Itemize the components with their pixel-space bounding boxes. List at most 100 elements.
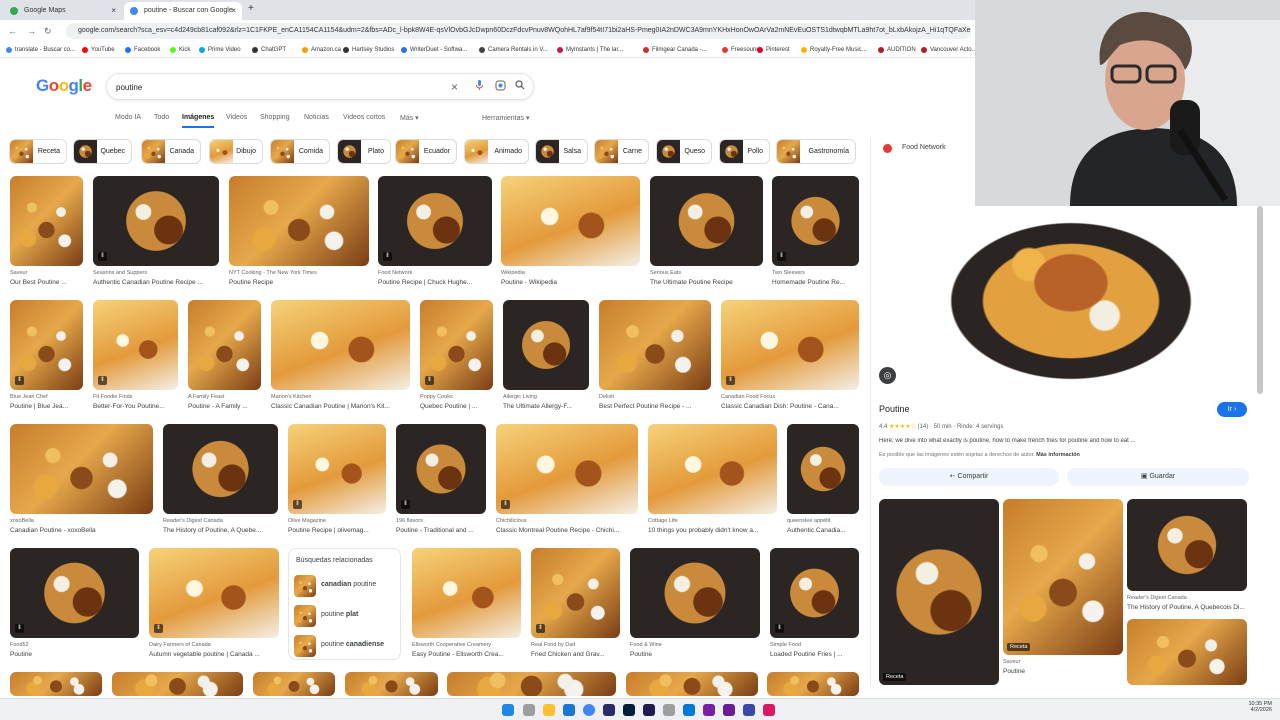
- result-title[interactable]: Fried Chicken and Grav...: [531, 651, 620, 658]
- result-title[interactable]: Easy Poutine - Ellsworth Crea...: [412, 651, 521, 658]
- tab-noticias[interactable]: Noticias: [304, 114, 329, 126]
- bookmark-item[interactable]: AUDITION: [878, 42, 916, 58]
- bookmark-item[interactable]: Facebook: [125, 42, 160, 58]
- google-logo[interactable]: Google: [36, 76, 92, 96]
- chip-comida[interactable]: Comida: [270, 139, 330, 164]
- app-icon[interactable]: [703, 704, 715, 716]
- tab-imágenes[interactable]: Imágenes: [182, 114, 215, 128]
- image-result[interactable]: ‖ Canadian Food Focus Classic Canadian Dis…: [721, 300, 859, 410]
- photoshop-icon[interactable]: [623, 704, 635, 716]
- result-thumbnail[interactable]: [767, 672, 859, 696]
- lens-icon[interactable]: [495, 80, 506, 96]
- image-result[interactable]: ‖ 196 flavors Poutine - Traditional and ..…: [396, 424, 486, 534]
- chrome-icon[interactable]: [583, 704, 595, 716]
- app-icon[interactable]: [663, 704, 675, 716]
- result-thumbnail[interactable]: [787, 424, 859, 514]
- related-image[interactable]: Receta: [1003, 499, 1123, 655]
- bookmark-item[interactable]: Pinterest: [757, 42, 790, 58]
- result-title[interactable]: The Ultimate Poutine Recipe: [650, 279, 763, 286]
- result-thumbnail[interactable]: [253, 672, 335, 696]
- bookmark-item[interactable]: Amazon.ca: [302, 42, 341, 58]
- result-thumbnail[interactable]: [345, 672, 438, 696]
- result-title[interactable]: Classic Montreal Poutine Recipe - Chichi…: [496, 527, 638, 534]
- lens-search-icon[interactable]: ◎: [879, 367, 896, 384]
- result-title[interactable]: Poutine Recipe | Chuck Hughe...: [378, 279, 492, 286]
- result-thumbnail[interactable]: [10, 176, 83, 266]
- tab-poutine-search[interactable]: poutine - Buscar con Google ×: [124, 2, 242, 20]
- chip-dibujo[interactable]: Dibujo: [209, 139, 263, 164]
- image-result[interactable]: A Family Feast Poutine - A Family ...: [188, 300, 261, 410]
- result-thumbnail[interactable]: [10, 672, 102, 696]
- preview-image[interactable]: [931, 210, 1211, 392]
- panel-title[interactable]: Poutine: [879, 404, 910, 414]
- result-title[interactable]: Autumn vegetable poutine | Canada ...: [149, 651, 279, 658]
- result-thumbnail[interactable]: [648, 424, 777, 514]
- image-result[interactable]: ‖ Real Food by Dad Fried Chicken and Grav.…: [531, 548, 620, 658]
- panel-scrollbar[interactable]: [1257, 206, 1263, 394]
- file-explorer-icon[interactable]: [543, 704, 555, 716]
- result-thumbnail[interactable]: [599, 300, 711, 390]
- result-title[interactable]: The History of Poutine, A Quebe...: [163, 527, 278, 534]
- related-image[interactable]: [1127, 619, 1247, 685]
- after-effects-icon[interactable]: [643, 704, 655, 716]
- result-title[interactable]: 10 things you probably didn't know a...: [648, 527, 777, 534]
- edge-icon[interactable]: [563, 704, 575, 716]
- image-result[interactable]: [10, 672, 102, 696]
- result-thumbnail[interactable]: ‖: [288, 424, 386, 514]
- result-title[interactable]: Poutine Recipe | olivemag...: [288, 527, 386, 534]
- related-item[interactable]: poutine plat: [294, 605, 398, 627]
- result-thumbnail[interactable]: [163, 424, 278, 514]
- image-result[interactable]: ‖ Blue Jean Chef Poutine | Blue Jea...: [10, 300, 83, 410]
- result-title[interactable]: Authentic Canadia...: [787, 527, 859, 534]
- result-thumbnail[interactable]: [503, 300, 589, 390]
- image-result[interactable]: Ellsworth Cooperative Creamery Easy Pouti…: [412, 548, 521, 658]
- chip-queso[interactable]: Queso: [656, 139, 712, 164]
- result-thumbnail[interactable]: ‖: [496, 424, 638, 514]
- image-result[interactable]: ‖ Food52 Poutine: [10, 548, 139, 658]
- tab-shopping[interactable]: Shopping: [260, 114, 290, 126]
- tools-button[interactable]: Herramientas ▾: [482, 114, 529, 126]
- bookmark-item[interactable]: WriterDuet - Softwa...: [401, 42, 467, 58]
- related-item[interactable]: canadian poutine: [294, 575, 398, 597]
- chip-salsa[interactable]: Salsa: [535, 139, 588, 164]
- result-title[interactable]: Poutine - Traditional and ...: [396, 527, 486, 534]
- result-thumbnail[interactable]: [630, 548, 760, 638]
- result-thumbnail[interactable]: ‖: [149, 548, 279, 638]
- save-button[interactable]: ▣ Guardar: [1067, 468, 1249, 486]
- result-thumbnail[interactable]: ‖: [93, 300, 178, 390]
- app-icon[interactable]: [723, 704, 735, 716]
- forward-icon[interactable]: →: [27, 23, 36, 39]
- image-result[interactable]: Food & Wine Poutine: [630, 548, 760, 658]
- close-tab-icon[interactable]: ×: [231, 2, 236, 20]
- related-image[interactable]: Receta: [879, 499, 999, 685]
- image-result[interactable]: Saveur Our Best Poutine ...: [10, 176, 83, 286]
- result-thumbnail[interactable]: [650, 176, 763, 266]
- back-icon[interactable]: ←: [8, 23, 17, 39]
- clear-icon[interactable]: ×: [451, 80, 458, 94]
- chip-plato[interactable]: Plato: [337, 139, 391, 164]
- result-title[interactable]: Poutine | Blue Jea...: [10, 403, 83, 410]
- result-thumbnail[interactable]: ‖: [772, 176, 859, 266]
- bookmark-item[interactable]: Vancouver Acto...: [921, 42, 977, 58]
- result-thumbnail[interactable]: ‖: [420, 300, 493, 390]
- chip-ecuador[interactable]: Ecuador: [395, 139, 457, 164]
- image-result[interactable]: [253, 672, 335, 696]
- result-thumbnail[interactable]: ‖: [93, 176, 219, 266]
- share-button[interactable]: ⇠ Compartir: [879, 468, 1059, 486]
- image-result[interactable]: ‖ Chichilicious Classic Montreal Poutine R…: [496, 424, 638, 534]
- image-result[interactable]: ‖ Food Network Poutine Recipe | Chuck Hugh…: [378, 176, 492, 286]
- chip-animado[interactable]: Animado: [464, 139, 529, 164]
- bookmark-item[interactable]: ChatGPT: [252, 42, 286, 58]
- image-result[interactable]: [626, 672, 758, 696]
- bookmark-item[interactable]: Kick: [170, 42, 190, 58]
- result-title[interactable]: Better-For-You Poutine...: [93, 403, 178, 410]
- bookmark-item[interactable]: translate - Buscar co...: [6, 42, 75, 58]
- image-result[interactable]: [112, 672, 243, 696]
- result-thumbnail[interactable]: [10, 424, 153, 514]
- chip-receta[interactable]: Receta: [9, 139, 67, 164]
- image-result[interactable]: Allergic Living The Ultimate Allergy-F...: [503, 300, 589, 410]
- result-title[interactable]: Poutine - A Family ...: [188, 403, 261, 410]
- more-info-link[interactable]: Más información: [1036, 452, 1080, 458]
- related-image[interactable]: [1127, 499, 1247, 591]
- system-clock[interactable]: 10:35 PM 4/2/2026: [1226, 701, 1272, 713]
